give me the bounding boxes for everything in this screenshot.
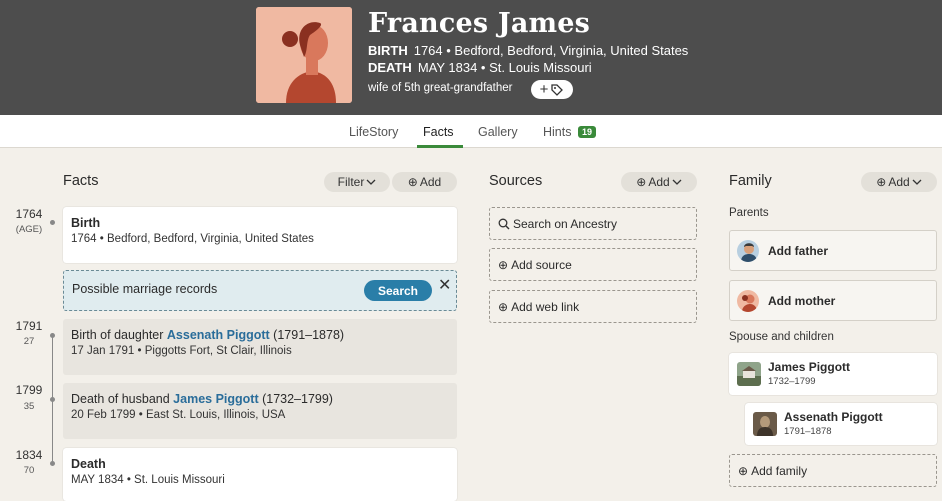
search-icon — [498, 218, 510, 229]
profile-avatar[interactable] — [256, 7, 352, 103]
active-tab-indicator — [417, 145, 463, 148]
tab-lifestory[interactable]: LifeStory — [349, 125, 398, 139]
spouse-children-label: Spouse and children — [729, 331, 834, 343]
person-link-assenath[interactable]: Assenath Piggott — [167, 328, 270, 342]
marriage-prompt-label: Possible marriage records — [72, 282, 218, 296]
spouse-photo — [737, 362, 761, 386]
timeline-age: 70 — [23, 465, 35, 476]
chevron-down-icon — [912, 179, 922, 185]
tab-facts[interactable]: Facts — [423, 125, 454, 139]
chevron-down-icon — [366, 179, 376, 185]
man-avatar-icon — [737, 240, 759, 262]
fact-card-death-of-husband[interactable]: Death of husband James Piggott (1732–179… — [63, 383, 457, 439]
fact-title-prefix: Death of husband — [71, 392, 174, 406]
death-label: DEATH — [368, 60, 412, 75]
close-icon[interactable]: ✕ — [438, 275, 451, 295]
timeline-age: (AGE) — [15, 224, 43, 235]
sources-title: Sources — [489, 173, 543, 189]
timeline-year: 1764 — [15, 207, 43, 221]
timeline-year: 1799 — [15, 383, 43, 397]
add-source-menu-button[interactable]: ⊕ Add — [621, 172, 697, 192]
death-summary: DEATH MAY 1834 • St. Louis Missouri — [368, 60, 592, 75]
profile-name: Frances James — [368, 8, 591, 39]
fact-title: Birth of daughter Assenath Piggott (1791… — [71, 328, 449, 342]
fact-detail: 1764 • Bedford, Bedford, Virginia, Unite… — [71, 233, 314, 245]
fact-title-suffix: (1732–1799) — [258, 392, 333, 406]
fact-card-death[interactable]: Death MAY 1834 • St. Louis Missouri — [63, 448, 457, 501]
fact-card-birth[interactable]: Birth 1764 • Bedford, Bedford, Virginia,… — [63, 207, 457, 263]
spouse-dates: 1732–1799 — [768, 376, 816, 387]
filter-button[interactable]: Filter — [324, 172, 390, 192]
fact-detail: 20 Feb 1799 • East St. Louis, Illinois, … — [71, 409, 286, 421]
marriage-records-prompt: Possible marriage records Search ✕ — [63, 270, 457, 311]
add-family-button[interactable]: ⊕ Add family — [729, 454, 937, 487]
add-label: Add — [888, 175, 910, 189]
death-value: MAY 1834 • St. Louis Missouri — [417, 60, 592, 75]
filter-label: Filter — [337, 175, 365, 189]
fact-title: Birth — [71, 216, 101, 230]
fact-title-prefix: Birth of daughter — [71, 328, 167, 342]
birth-value: 1764 • Bedford, Bedford, Virginia, Unite… — [413, 43, 689, 58]
add-family-menu-button[interactable]: ⊕ Add — [861, 172, 937, 192]
timeline-year: 1834 — [15, 448, 43, 462]
add-fact-label: Add — [419, 175, 442, 189]
fact-title: Death — [71, 457, 106, 471]
profile-header: Frances James BIRTH 1764 • Bedford, Bedfo… — [0, 0, 942, 115]
fact-title-suffix: (1791–1878) — [269, 328, 345, 342]
timeline-year: 1791 — [15, 319, 43, 333]
search-on-ancestry-button[interactable]: Search on Ancestry — [489, 207, 697, 240]
tag-icon — [551, 83, 564, 96]
facts-title: Facts — [63, 173, 99, 189]
hints-count-badge: 19 — [578, 126, 597, 138]
woman-silhouette-icon — [256, 7, 352, 103]
tab-gallery[interactable]: Gallery — [478, 125, 518, 139]
add-family-label: Add family — [751, 463, 808, 478]
add-father-label: Add father — [768, 244, 828, 258]
search-ancestry-label: Search on Ancestry — [513, 216, 618, 231]
relationship-label: wife of 5th great-grandfather — [368, 82, 513, 94]
child-card[interactable]: Assenath Piggott 1791–1878 — [745, 403, 937, 445]
add-source-label: Add source — [511, 257, 572, 272]
plus-circle-icon: ⊕ — [498, 299, 509, 314]
timeline-dot — [50, 220, 55, 225]
woman-avatar-icon — [737, 290, 759, 312]
add-mother-button[interactable]: Add mother — [729, 280, 937, 321]
add-web-link-button[interactable]: ⊕ Add web link — [489, 290, 697, 323]
child-photo — [753, 412, 777, 436]
child-dates: 1791–1878 — [784, 426, 832, 437]
fact-detail: 17 Jan 1791 • Piggotts Fort, St Clair, I… — [71, 345, 292, 357]
add-father-button[interactable]: Add father — [729, 230, 937, 271]
plus-circle-icon: ⊕ — [498, 257, 509, 272]
fact-title: Death of husband James Piggott (1732–179… — [71, 392, 449, 406]
birth-label: BIRTH — [368, 43, 408, 58]
fact-detail: MAY 1834 • St. Louis Missouri — [71, 474, 225, 486]
fact-card-birth-of-daughter[interactable]: Birth of daughter Assenath Piggott (1791… — [63, 319, 457, 375]
plus-circle-icon: ⊕ — [407, 175, 418, 189]
tab-hints[interactable]: Hints — [543, 125, 571, 139]
spouse-card[interactable]: James Piggott 1732–1799 — [729, 353, 937, 395]
timeline-age: 35 — [23, 401, 35, 412]
add-label: Add — [648, 175, 670, 189]
birth-summary: BIRTH 1764 • Bedford, Bedford, Virginia, … — [368, 43, 688, 58]
chevron-down-icon — [672, 179, 682, 185]
plus-circle-icon: ⊕ — [636, 175, 647, 189]
plus-icon: + — [539, 81, 549, 98]
family-title: Family — [729, 173, 772, 189]
search-button[interactable]: Search — [364, 280, 432, 301]
add-fact-button[interactable]: ⊕ Add — [392, 172, 457, 192]
spouse-name: James Piggott — [768, 360, 851, 374]
person-link-james[interactable]: James Piggott — [173, 392, 258, 406]
add-source-button[interactable]: ⊕ Add source — [489, 248, 697, 281]
child-name: Assenath Piggott — [784, 410, 883, 424]
add-mother-label: Add mother — [768, 294, 836, 308]
plus-circle-icon: ⊕ — [738, 463, 749, 478]
timeline-line — [52, 336, 53, 464]
plus-circle-icon: ⊕ — [876, 175, 887, 189]
parents-label: Parents — [729, 207, 769, 219]
add-web-link-label: Add web link — [511, 299, 580, 314]
add-tag-button[interactable]: + — [531, 80, 573, 99]
timeline-age: 27 — [23, 336, 35, 347]
profile-tabs: LifeStory Facts Gallery Hints — [0, 115, 942, 148]
